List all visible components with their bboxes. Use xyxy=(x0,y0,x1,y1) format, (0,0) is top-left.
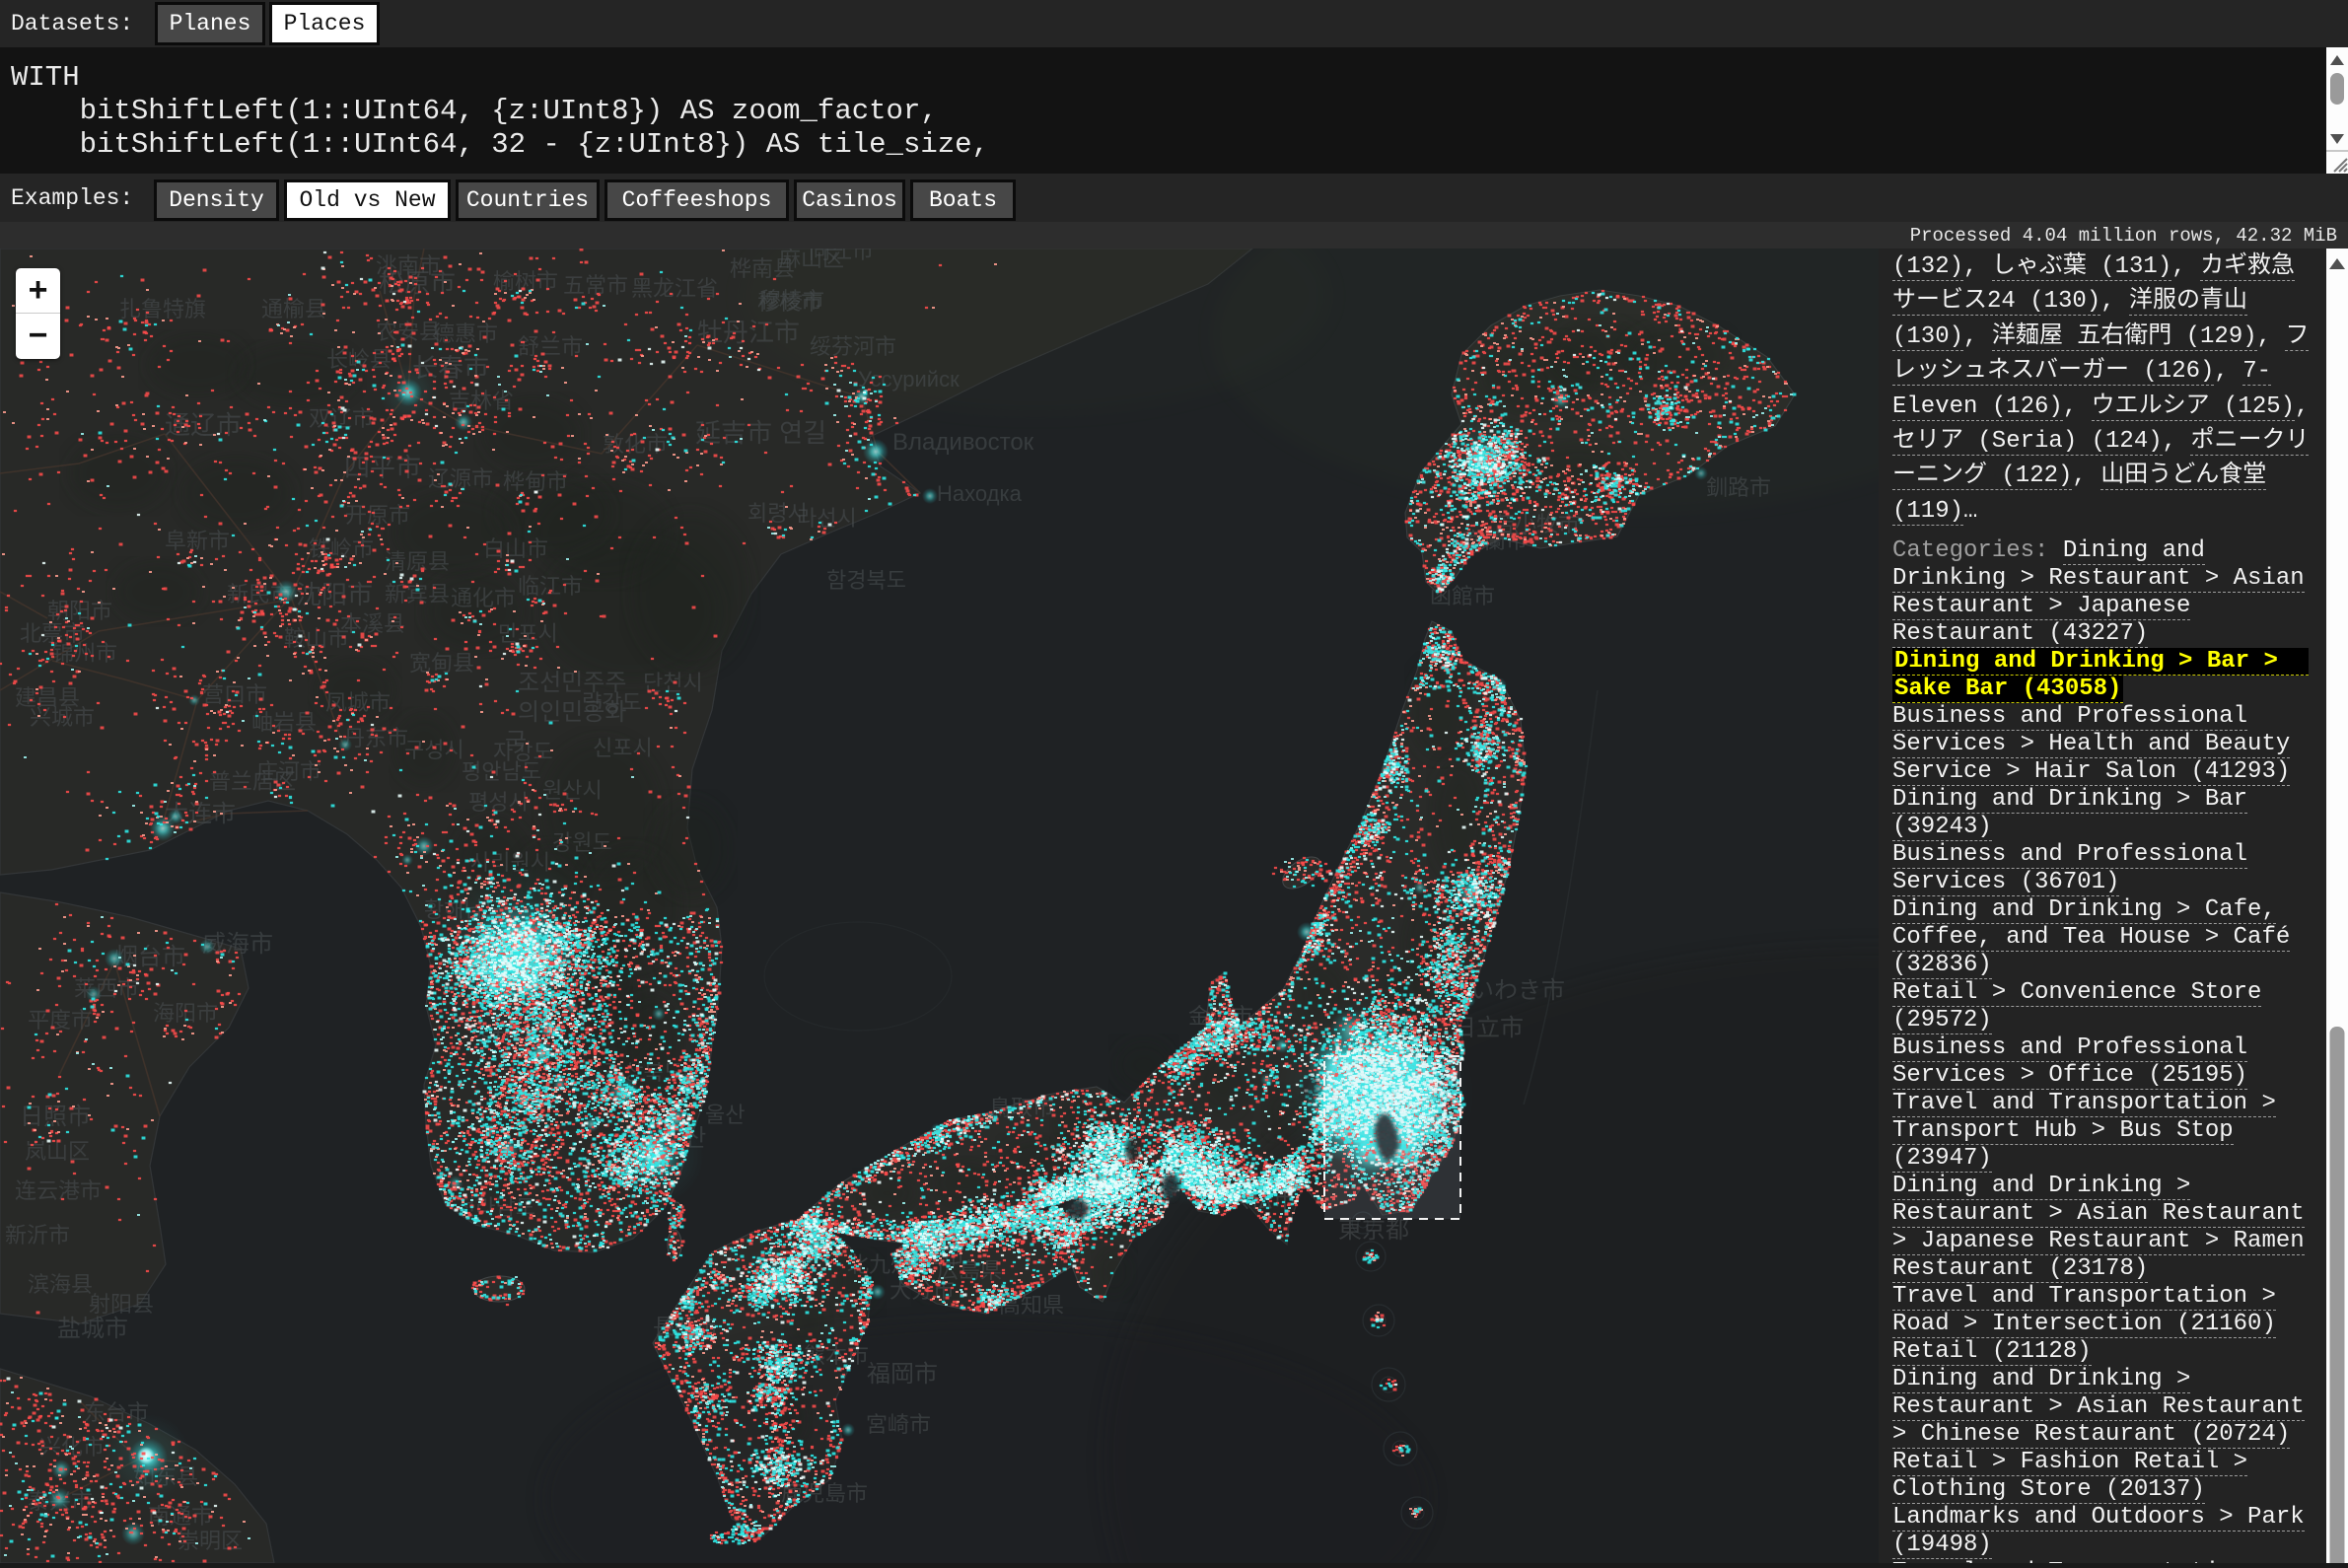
svg-text:榆树市: 榆树市 xyxy=(493,269,558,294)
svg-text:五常市: 五常市 xyxy=(563,273,628,298)
svg-text:铁岭市: 铁岭市 xyxy=(309,536,374,561)
svg-text:本溪县: 本溪县 xyxy=(340,611,405,636)
svg-text:凤城市: 凤城市 xyxy=(325,690,391,715)
svg-text:Уссурийск: Уссурийск xyxy=(858,367,960,392)
svg-text:烟台市: 烟台市 xyxy=(114,944,185,970)
svg-text:德惠市: 德惠市 xyxy=(433,321,498,346)
svg-text:阜新市: 阜新市 xyxy=(165,529,230,553)
svg-text:宽甸县: 宽甸县 xyxy=(409,651,474,676)
svg-text:兴化市: 兴化市 xyxy=(39,1435,105,1460)
svg-text:长岭县: 长岭县 xyxy=(326,347,391,372)
svg-text:宮崎市: 宮崎市 xyxy=(866,1412,931,1437)
svg-text:海阳市: 海阳市 xyxy=(153,1001,218,1026)
svg-text:盐城市: 盐城市 xyxy=(57,1316,128,1342)
svg-text:함경북도: 함경북도 xyxy=(826,568,906,593)
svg-text:连云港市: 连云港市 xyxy=(15,1178,102,1203)
svg-text:绥芬河市: 绥芬河市 xyxy=(810,334,896,359)
svg-text:조선민주주: 조선민주주 xyxy=(518,670,626,696)
svg-text:黑龙江省: 黑龙江省 xyxy=(631,276,718,301)
svg-text:신포시: 신포시 xyxy=(593,736,653,760)
svg-text:의인민공화: 의인민공화 xyxy=(518,699,626,726)
svg-text:丹东市: 丹东市 xyxy=(343,726,408,750)
svg-text:穆棱市: 穆棱市 xyxy=(759,288,824,313)
svg-text:崇明区: 崇明区 xyxy=(178,1529,243,1553)
svg-text:東京都: 東京都 xyxy=(1338,1217,1409,1244)
svg-text:通榆县: 通榆县 xyxy=(261,297,326,321)
svg-text:平度市: 平度市 xyxy=(28,1008,93,1033)
svg-text:辽源市: 辽源市 xyxy=(428,466,493,491)
svg-text:新沂市: 新沂市 xyxy=(5,1223,70,1247)
svg-text:울산: 울산 xyxy=(705,1103,745,1127)
svg-text:원산시: 원산시 xyxy=(542,778,603,803)
svg-text:扎鲁特旗: 扎鲁特旗 xyxy=(119,297,206,321)
svg-text:라선시: 라선시 xyxy=(797,506,857,531)
svg-text:熊本市: 熊本市 xyxy=(804,1343,869,1368)
svg-text:舒兰市: 舒兰市 xyxy=(518,334,583,359)
svg-text:清原县: 清原县 xyxy=(385,549,450,574)
svg-text:평안남도: 평안남도 xyxy=(462,759,541,784)
svg-text:국: 국 xyxy=(505,729,527,755)
svg-text:桦甸市: 桦甸市 xyxy=(503,469,568,494)
svg-text:兴城市: 兴城市 xyxy=(30,705,95,730)
svg-text:Владивосток: Владивосток xyxy=(892,429,1034,456)
svg-text:いわき市: いわき市 xyxy=(1470,977,1565,1004)
svg-text:白山市: 白山市 xyxy=(483,536,548,561)
svg-text:滨海县: 滨海县 xyxy=(28,1272,93,1297)
svg-text:敦化市: 敦化市 xyxy=(603,432,668,457)
svg-text:단천시: 단천시 xyxy=(643,671,703,695)
svg-text:射阳县: 射阳县 xyxy=(89,1292,154,1317)
svg-text:釧路市: 釧路市 xyxy=(1706,475,1771,500)
svg-text:Находка: Находка xyxy=(937,481,1023,506)
svg-text:临江市: 临江市 xyxy=(518,574,583,599)
svg-text:구성시: 구성시 xyxy=(404,738,464,762)
svg-text:延吉市 연길: 延吉市 연길 xyxy=(695,418,826,448)
svg-text:福岡市: 福岡市 xyxy=(867,1361,938,1388)
svg-text:普兰店区: 普兰店区 xyxy=(209,769,296,794)
svg-text:麻山区: 麻山区 xyxy=(779,249,844,271)
svg-text:南通市: 南通市 xyxy=(148,1504,213,1529)
svg-text:通化市: 通化市 xyxy=(451,586,516,610)
svg-text:만포시: 만포시 xyxy=(498,621,558,646)
